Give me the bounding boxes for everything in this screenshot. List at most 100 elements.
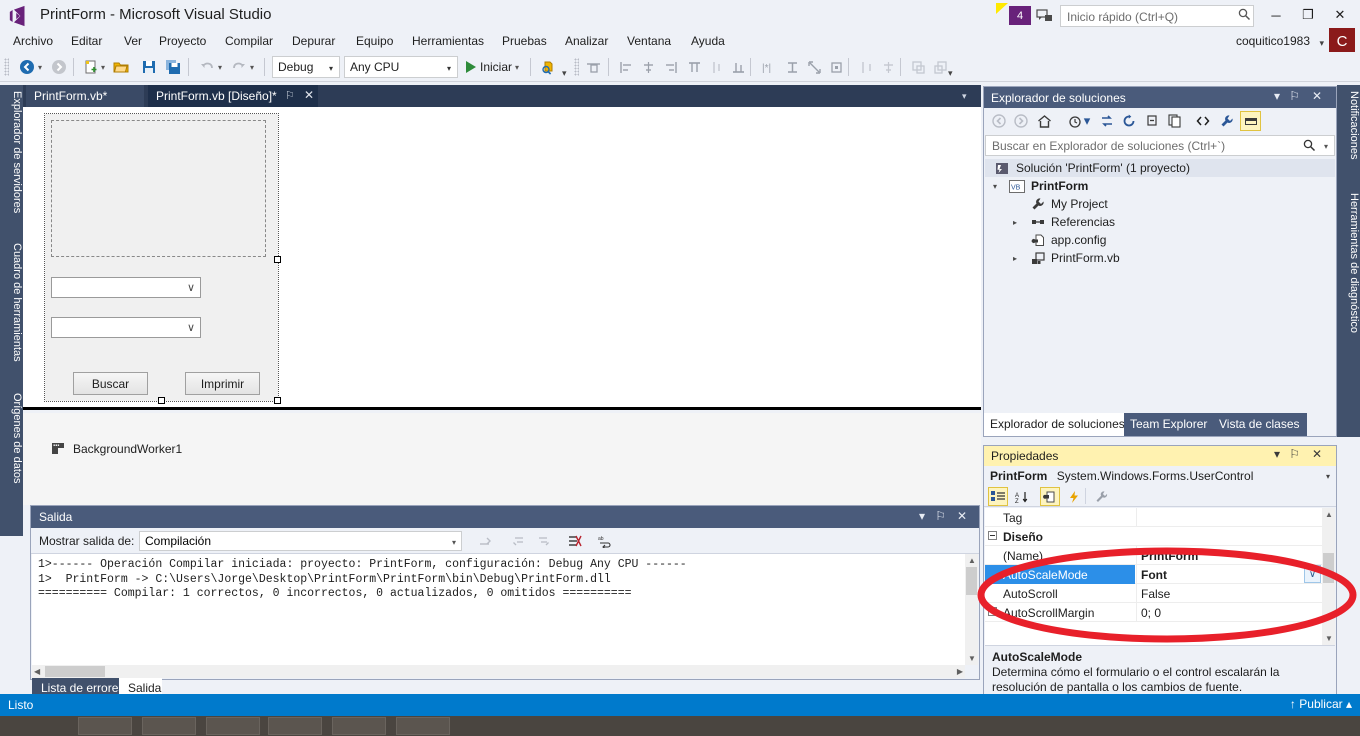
usercontrol-design-root[interactable]: ∨ ∨ Buscar Imprimir — [45, 114, 278, 401]
properties-grid[interactable]: Tag Diseño (Name) PrintForm AutoScaleMod… — [985, 508, 1335, 645]
pin-icon[interactable]: ⚐ — [1289, 447, 1300, 461]
toolbar-overflow-icon[interactable]: ▾ — [562, 68, 567, 79]
scroll-right-icon[interactable]: ▶ — [957, 667, 963, 676]
tab-class-view[interactable]: Vista de clases — [1213, 413, 1307, 436]
properties-object-select[interactable]: PrintForm System.Windows.Forms.UserContr… — [984, 466, 1336, 485]
scroll-left-icon[interactable]: ◀ — [34, 667, 40, 676]
output-horizontal-scrollbar[interactable]: ◀ ▶ — [32, 665, 965, 678]
designer-combobox-1[interactable]: ∨ — [51, 277, 201, 298]
property-row-name[interactable]: (Name) PrintForm — [985, 546, 1335, 565]
scroll-down-icon[interactable]: ▼ — [1325, 634, 1333, 643]
close-icon[interactable]: ✕ — [1312, 447, 1322, 461]
clear-all-icon[interactable] — [565, 531, 585, 551]
output-source-select[interactable]: Compilación ▾ — [139, 531, 462, 551]
menu-proyecto[interactable]: Proyecto — [152, 30, 213, 52]
start-button[interactable]: Iniciar — [480, 60, 512, 74]
window-menu-icon[interactable]: ▾ — [919, 509, 925, 523]
menu-analizar[interactable]: Analizar — [558, 30, 615, 52]
document-overflow-icon[interactable]: ▾ — [962, 91, 967, 102]
menu-pruebas[interactable]: Pruebas — [495, 30, 554, 52]
resize-handle-middle-right[interactable] — [274, 256, 281, 263]
scroll-down-icon[interactable]: ▼ — [968, 654, 976, 663]
navigate-back-icon[interactable] — [16, 56, 38, 78]
solution-explorer-search-input[interactable]: Buscar en Explorador de soluciones (Ctrl… — [985, 135, 1335, 156]
refresh-icon[interactable] — [1118, 111, 1139, 131]
taskbar-item-2[interactable] — [142, 717, 196, 735]
find-in-files-icon[interactable] — [538, 56, 560, 78]
designer-panel[interactable] — [51, 120, 266, 257]
property-row-autoscalemode[interactable]: AutoScaleMode Font ∨ — [985, 565, 1335, 584]
form-designer-surface[interactable]: ∨ ∨ Buscar Imprimir — [23, 107, 981, 410]
close-icon[interactable]: ✕ — [304, 88, 314, 102]
preview-selected-items-icon[interactable] — [1240, 111, 1261, 131]
property-value[interactable]: Font — [1136, 565, 1321, 584]
window-menu-icon[interactable]: ▾ — [1274, 447, 1280, 461]
view-code-icon[interactable] — [1192, 111, 1213, 131]
home-icon[interactable] — [1034, 111, 1055, 131]
chevron-down-icon[interactable]: ▾ — [1082, 111, 1092, 131]
designer-button-buscar[interactable]: Buscar — [73, 372, 148, 395]
solution-configuration-select[interactable]: Debug ▾ — [272, 56, 340, 78]
sidebar-tab-diagnostic-tools[interactable]: Herramientas de diagnóstico — [1337, 187, 1360, 377]
menu-depurar[interactable]: Depurar — [285, 30, 342, 52]
show-all-files-icon[interactable] — [1164, 111, 1185, 131]
sidebar-tab-toolbox[interactable]: Cuadro de herramientas — [0, 237, 23, 385]
properties-vertical-scrollbar[interactable]: ▲ ▼ — [1322, 508, 1335, 645]
chevron-right-icon[interactable]: ▸ — [1013, 254, 1017, 263]
pin-icon[interactable]: ⚐ — [935, 509, 946, 523]
tab-team-explorer[interactable]: Team Explorer — [1124, 413, 1213, 436]
menu-ventana[interactable]: Ventana — [620, 30, 678, 52]
sidebar-tab-data-sources[interactable]: Orígenes de datos — [0, 387, 23, 503]
save-all-icon[interactable] — [162, 56, 184, 78]
layout-toolbar-grip[interactable] — [574, 58, 579, 76]
publish-button[interactable]: ↑ Publicar ▴ — [1290, 697, 1352, 711]
collapse-all-icon[interactable] — [1142, 111, 1163, 131]
layout-toolbar-overflow-icon[interactable]: ▾ — [948, 68, 953, 79]
save-icon[interactable] — [138, 56, 160, 78]
chevron-down-icon[interactable]: ▾ — [1326, 472, 1330, 481]
taskbar-item-4[interactable] — [268, 717, 322, 735]
menu-herramientas[interactable]: Herramientas — [405, 30, 491, 52]
sidebar-tab-server-explorer[interactable]: Explorador de servidores — [0, 85, 23, 235]
toolbar-grip[interactable] — [4, 58, 9, 76]
property-category-diseno[interactable]: Diseño — [985, 527, 1335, 546]
restore-button[interactable]: ❐ — [1292, 0, 1324, 30]
scroll-thumb[interactable] — [1323, 553, 1334, 583]
tree-node-printform-vb[interactable]: ▸ PrintForm.vb — [985, 249, 1335, 267]
taskbar-item-6[interactable] — [396, 717, 450, 735]
sync-with-active-document-icon[interactable] — [1096, 111, 1117, 131]
new-project-icon[interactable] — [80, 56, 102, 78]
start-caret-icon[interactable]: ▾ — [515, 63, 519, 72]
pin-icon[interactable]: ⚐ — [1289, 89, 1300, 103]
chevron-down-icon[interactable]: ▾ — [993, 182, 997, 191]
notification-count-badge[interactable]: 4 — [1009, 6, 1031, 25]
property-value[interactable]: PrintForm — [1136, 546, 1321, 565]
property-row-autoscrollmargin[interactable]: AutoScrollMargin 0; 0 — [985, 603, 1335, 622]
menu-ayuda[interactable]: Ayuda — [684, 30, 732, 52]
property-row-tag[interactable]: Tag — [985, 508, 1335, 527]
taskbar-item-5[interactable] — [332, 717, 386, 735]
document-tab-printform-vb[interactable]: PrintForm.vb* — [26, 85, 144, 107]
scroll-thumb[interactable] — [45, 666, 105, 677]
tree-node-solution[interactable]: Solución 'PrintForm' (1 proyecto) — [985, 159, 1335, 177]
tree-node-my-project[interactable]: My Project — [985, 195, 1335, 213]
resize-handle-bottom-center[interactable] — [158, 397, 165, 404]
scroll-thumb[interactable] — [966, 567, 977, 595]
chevron-down-icon[interactable]: ∨ — [1304, 565, 1321, 583]
designer-combobox-2[interactable]: ∨ — [51, 317, 201, 338]
events-view-icon[interactable] — [1064, 487, 1084, 506]
sidebar-tab-notifications[interactable]: Notificaciones — [1337, 85, 1360, 185]
tab-solution-explorer[interactable]: Explorador de soluciones — [984, 413, 1124, 436]
tree-node-app-config[interactable]: app.config — [985, 231, 1335, 249]
close-icon[interactable]: ✕ — [1312, 89, 1322, 103]
tree-node-references[interactable]: ▸ Referencias — [985, 213, 1335, 231]
window-menu-icon[interactable]: ▾ — [1274, 89, 1280, 103]
quick-launch-input[interactable]: Inicio rápido (Ctrl+Q) — [1060, 5, 1254, 27]
navigate-back-caret-icon[interactable]: ▾ — [38, 63, 42, 72]
minimize-button[interactable]: ─ — [1260, 0, 1292, 30]
scroll-up-icon[interactable]: ▲ — [968, 556, 976, 565]
categorized-icon[interactable] — [988, 487, 1008, 506]
taskbar-item-3[interactable] — [206, 717, 260, 735]
chevron-right-icon[interactable]: ▸ — [1013, 218, 1017, 227]
send-feedback-icon[interactable] — [1036, 8, 1054, 24]
